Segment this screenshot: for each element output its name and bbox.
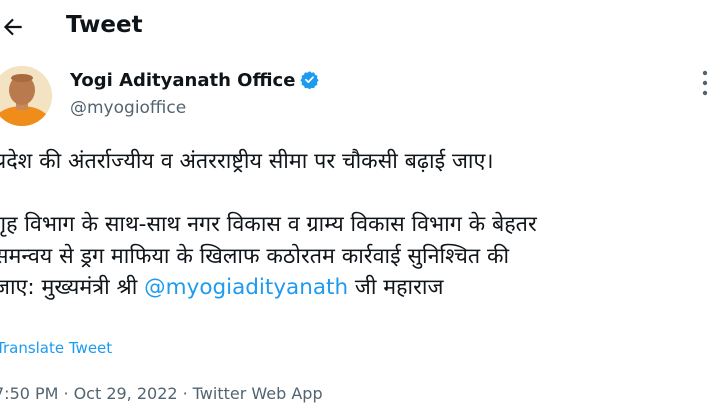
tweet-metadata: 7:50 PM · Oct 29, 2022 · Twitter Web App [0, 384, 323, 403]
verified-badge-icon [300, 71, 320, 89]
tweet-line-3: समन्वय से ड्रग माफिया के खिलाफ कठोरतम का… [0, 243, 510, 269]
meta-separator: · [63, 384, 69, 403]
tweet-line-4-prefix: जाए: मुख्यमंत्री श्री [0, 275, 145, 300]
avatar-image [0, 66, 52, 126]
translate-tweet-link[interactable]: Translate Tweet [0, 339, 112, 357]
tweet-date[interactable]: Oct 29, 2022 [74, 384, 178, 403]
author-handle[interactable]: @myogioffice [70, 98, 186, 118]
tweet-source: Twitter Web App [192, 384, 323, 403]
tweet-line-4-suffix: जी महाराज [348, 275, 444, 300]
meta-separator-2: · [182, 384, 188, 403]
tweet-text: प्रदेश की अंतर्राज्यीय व अंतरराष्ट्रीय स… [0, 146, 720, 304]
tweet-time[interactable]: 7:50 PM [0, 384, 58, 403]
page-title: Tweet [66, 12, 143, 38]
avatar[interactable] [0, 66, 52, 126]
author-name[interactable]: Yogi Adityanath Office [70, 70, 320, 91]
author-name-text: Yogi Adityanath Office [70, 70, 296, 91]
tweet-line-1: प्रदेश की अंतर्राज्यीय व अंतरराष्ट्रीय स… [0, 149, 494, 174]
mention-link[interactable]: @myogiadityanath [144, 275, 348, 300]
more-options-icon[interactable] [698, 66, 712, 100]
arrow-left-icon[interactable] [0, 14, 26, 40]
tweet-line-2: गृह विभाग के साथ-साथ नगर विकास व ग्राम्य… [0, 212, 537, 237]
